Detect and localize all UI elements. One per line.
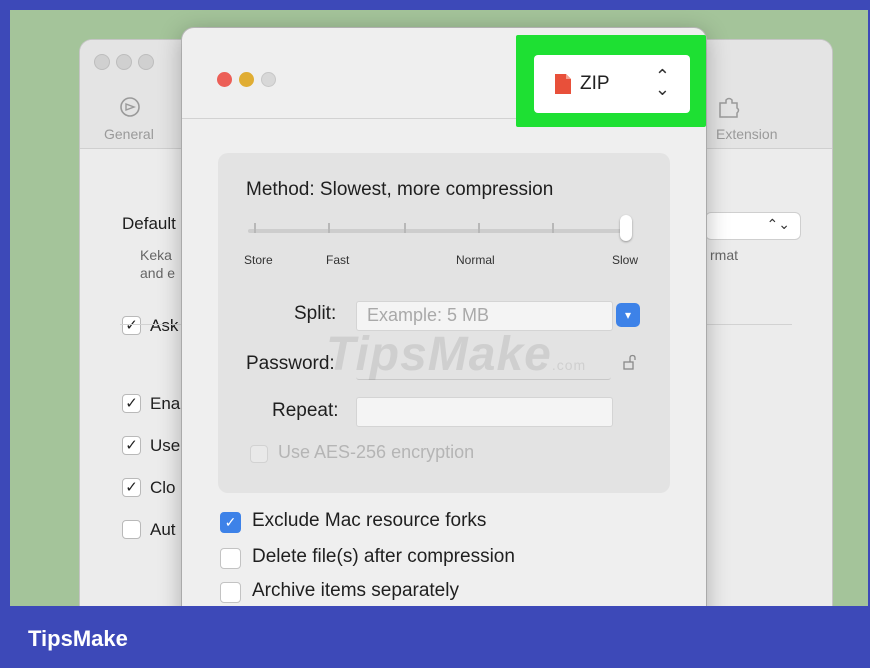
ask-label: Ask <box>150 316 179 335</box>
brand-bar: TipsMake <box>0 606 870 668</box>
slider-tick <box>404 223 406 233</box>
minimize-button[interactable] <box>239 72 254 87</box>
zoom-button-inactive[interactable] <box>138 54 154 70</box>
chevron-updown-icon: ⌃⌄ <box>654 66 670 99</box>
chevron-updown-icon: ⌃⌄ <box>766 216 790 232</box>
archive-separately-checkbox[interactable] <box>220 582 241 603</box>
enable-label: Ena <box>150 394 181 413</box>
compression-slider[interactable] <box>248 229 628 233</box>
split-placeholder: Example: 5 MB <box>367 305 490 325</box>
delete-files-checkbox[interactable] <box>220 548 241 569</box>
use-checkbox[interactable]: ✓ <box>122 436 141 455</box>
slider-label-slow: Slow <box>612 253 639 267</box>
default-label: Default <box>122 214 176 233</box>
format-description-fragment: rmat <box>710 247 738 263</box>
slider-label-normal: Normal <box>456 253 495 267</box>
zip-file-icon <box>555 74 571 94</box>
use-label: Use <box>150 436 181 455</box>
screenshot-area: General Extension Default Keka and e rma… <box>10 10 868 606</box>
default-format-select[interactable]: ⌃⌄ <box>705 212 801 240</box>
delete-files-label: Delete file(s) after compression <box>252 546 515 567</box>
auto-label: Aut <box>150 520 176 539</box>
brand-logo-text: TipsMake <box>28 626 128 651</box>
enable-checkbox[interactable]: ✓ <box>122 394 141 413</box>
zoom-button[interactable] <box>261 72 276 87</box>
slider-tick <box>552 223 554 233</box>
slider-label-fast: Fast <box>326 253 350 267</box>
close-button[interactable] <box>217 72 232 87</box>
minimize-button-inactive[interactable] <box>116 54 132 70</box>
default-description-line-1: Keka <box>140 247 172 263</box>
ask-checkbox[interactable]: ✓ <box>122 316 141 335</box>
format-select[interactable]: ZIP ⌃ ⌄ <box>534 55 690 113</box>
slider-tick <box>478 223 480 233</box>
password-label: Password: <box>246 353 335 374</box>
repeat-password-field[interactable] <box>356 397 613 427</box>
compression-options-panel: Method: Slowest, more compression Store … <box>218 153 670 493</box>
slider-tick <box>254 223 256 233</box>
close-label: Clo <box>150 478 176 497</box>
extension-icon <box>719 97 740 118</box>
split-label: Split: <box>294 303 337 324</box>
split-dropdown-button[interactable]: ▾ <box>616 303 640 327</box>
exclude-resource-forks-label: Exclude Mac resource forks <box>252 510 487 531</box>
chevron-down-icon: ▾ <box>624 308 632 322</box>
aes-checkbox[interactable] <box>250 445 268 463</box>
close-button-inactive[interactable] <box>94 54 110 70</box>
watermark: TipsMake.com <box>326 328 587 381</box>
unlock-icon[interactable] <box>623 354 637 370</box>
format-label: ZIP <box>580 73 610 94</box>
default-description-line-2: and e <box>140 265 176 281</box>
aes-label: Use AES-256 encryption <box>278 442 475 462</box>
general-icon <box>120 97 140 117</box>
compression-window: ZIP ⌃ ⌄ Method: Slowest, more compression… <box>182 28 706 606</box>
repeat-label: Repeat: <box>272 400 339 421</box>
slider-knob[interactable] <box>620 215 632 241</box>
auto-checkbox[interactable] <box>122 520 141 539</box>
close-checkbox[interactable]: ✓ <box>122 478 141 497</box>
exclude-resource-forks-checkbox[interactable]: ✓ <box>220 512 241 533</box>
archive-separately-label: Archive items separately <box>252 580 459 601</box>
method-label: Method: Slowest, more compression <box>246 179 554 200</box>
tab-general[interactable]: General <box>104 126 154 142</box>
slider-tick <box>328 223 330 233</box>
slider-label-store: Store <box>244 253 273 267</box>
tab-extension[interactable]: Extension <box>716 126 777 142</box>
